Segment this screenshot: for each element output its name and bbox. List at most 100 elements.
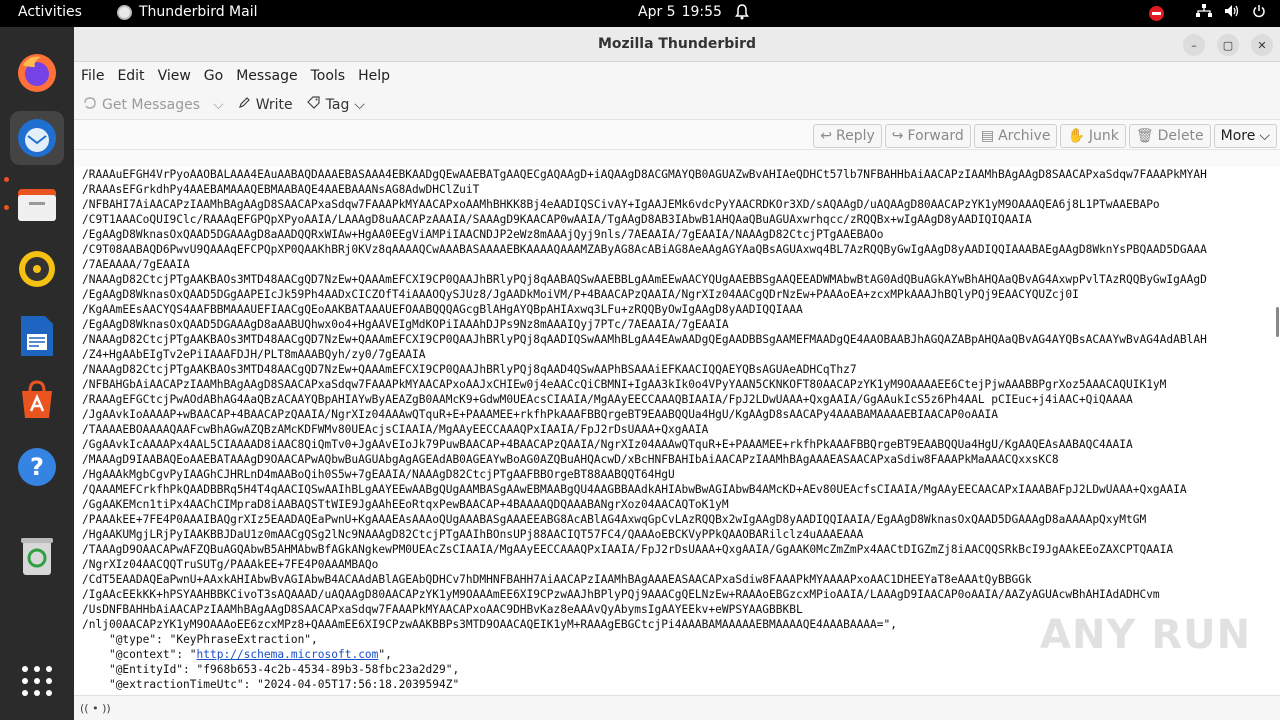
chevron-down-icon: ⌵ [354,96,365,113]
rhythmbox-icon[interactable] [10,242,64,296]
json-key: "@context" [108,648,177,661]
chevron-down-icon[interactable]: ⌵ [213,97,224,113]
files-icon[interactable] [10,177,64,231]
activities-button[interactable]: Activities [18,4,82,20]
menu-edit[interactable]: Edit [117,68,144,84]
body-line: /TAAAgD9OAACAPwAFZQBuAGQAbwB5AHMAbwBfAGk… [82,543,1174,556]
body-line: /nlj00AACAPzYK1yM9OAAAoEE6zcxMPz8+QAAAmE… [82,618,897,631]
clock-date: Apr 5 [638,4,676,20]
trash-icon[interactable] [10,529,64,583]
json-line: "@EntityId": "f968b653-4c2b-4534-89b3-58… [108,663,460,676]
power-icon [1252,4,1266,22]
body-line: /PAAAkEE+7FE4P0AAAIBAQgrXIz5EAADAQEaPwnU… [82,513,1147,526]
json-line: "@extractionTimeUtc": "2024-04-05T17:56:… [108,678,460,691]
dock: ? [0,27,74,720]
volume-icon [1224,4,1240,22]
schema-link[interactable]: http://schema.microsoft.com [197,648,379,661]
menu-view[interactable]: View [158,68,191,84]
trash-icon: 🗑 [1135,128,1154,144]
body-line: /IgAAcEEkKK+hPSYAAHBBKCivoT3sAQAAAD/uAQA… [82,588,1160,601]
thunderbird-icon[interactable] [10,111,64,165]
maximize-button[interactable]: ▢ [1217,34,1239,56]
junk-icon: ✋ [1067,128,1085,144]
message-scrollbar[interactable] [1274,167,1280,695]
pencil-icon [238,96,251,113]
svg-text:?: ? [30,453,44,481]
get-messages-button[interactable]: Get Messages ⌵ [83,96,224,114]
body-line: /RAAAuEFGH4VrPyoAAOBALAAA4EAuAABAQDAAAEB… [82,168,1207,181]
tag-label: Tag [325,96,350,113]
body-line: /GgAAvkIcAAAAPx4AAL5CIAAAAD8iAAC8QiQmTv0… [82,438,1133,451]
reply-button[interactable]: ↩ Reply [813,124,882,148]
system-tray[interactable] [1149,4,1266,22]
minimize-button[interactable]: – [1183,34,1205,56]
body-line: /HgAAKUMgjLRjPyIAAKBBJDaU1z0mAACgQSg2lNc… [82,528,864,541]
reply-icon: ↩ [820,128,832,144]
window-titlebar[interactable]: Mozilla Thunderbird – ▢ ✕ [74,27,1280,62]
junk-button[interactable]: ✋ Junk [1060,124,1126,148]
app-name: Thunderbird Mail [139,4,258,20]
write-label: Write [255,96,293,113]
json-value: "KeyPhraseExtraction", [169,633,318,646]
body-line: /MAAAgD9IAABAQEoAAEBATAAAgD9OAACAPwAQbwB… [82,453,1059,466]
message-header-toolbar: ↩ Reply ↪ Forward ▤ Archive ✋ Junk 🗑 Del… [74,120,1280,150]
show-apps-icon[interactable] [10,654,64,708]
recording-indicator-icon [1149,5,1164,21]
forward-icon: ↪ [891,128,904,144]
body-line: /GgAAKEMcn1tiPx4AAChCIMpraD8iAABAQSTtWIE… [82,498,729,511]
archive-label: Archive [998,128,1051,144]
body-line: /JgAAvkIoAAAAP+wBAACAP+4BAACAPzQAAIA/Ngr… [82,408,999,421]
delete-button[interactable]: 🗑 Delete [1128,124,1211,148]
notification-bell-icon[interactable] [735,4,749,24]
body-line: /UsDNFBAHHbAiAACAPzIAAMhBAgAAgD8SAACAPxa… [82,603,803,616]
tag-button[interactable]: Tag ⌵ [306,95,365,114]
menu-file[interactable]: File [81,68,104,84]
json-line: "@context": "http://schema.microsoft.com… [108,648,392,661]
clock-time: 19:55 [681,4,722,20]
archive-icon: ▤ [980,128,995,144]
anyrun-watermark: ANY RUN [1040,612,1252,658]
body-line: /C9T1AAACoQUI9Clc/RAAAqEFGPQpXPyoAAIA/LA… [82,213,1032,226]
get-messages-icon [83,96,97,114]
firefox-icon[interactable] [10,46,64,100]
more-button[interactable]: More ⌵ [1213,124,1277,148]
json-value: "2024-04-05T17:56:18.2039594Z" [257,678,460,691]
gnome-top-bar: Activities Thunderbird Mail Apr 5 19:55 [0,0,1280,27]
body-line: /NAAAgD82CtcjPTgAAKBAOs3MTD48AACgQD7NzEw… [82,273,1207,286]
body-line: /NFBAHI7AiAACAPzIAAMhBAgAAgD8SAACAPxaSdq… [82,198,1160,211]
online-status-icon[interactable]: (( • )) [80,702,111,715]
forward-button[interactable]: ↪ Forward [884,124,971,148]
get-messages-label: Get Messages [102,96,201,113]
menu-tools[interactable]: Tools [311,68,346,84]
body-line: /NgrXIz04AACQQTruSUTg/PAAAkEE+7FE4P0AAAM… [82,558,379,571]
running-indicator [4,205,9,210]
chevron-down-icon: ⌵ [1259,128,1270,144]
json-key: "@EntityId" [108,663,184,676]
json-key: "@extractionTimeUtc" [108,678,244,691]
app-menu[interactable]: Thunderbird Mail [117,4,258,20]
junk-label: Junk [1088,128,1119,144]
body-line: /KgAAmEEsAACYQS4AAFBBMAAAUEFIAACgQEoAAKB… [82,303,803,316]
body-line: /HgAAAkMgbCgvPyIAAGhCJHRLnD4mAABoQih0S5w… [82,468,675,481]
json-value: "f968b653-4c2b-4534-89b3-58fbc23a2d29", [196,663,460,676]
help-icon[interactable]: ? [10,440,64,494]
clock[interactable]: Apr 5 19:55 [638,4,722,20]
write-button[interactable]: Write [238,96,293,113]
archive-button[interactable]: ▤ Archive [973,124,1058,148]
close-button[interactable]: ✕ [1251,34,1273,56]
reply-label: Reply [836,128,875,144]
running-indicator [4,177,9,182]
body-line: /C9T08AABAQD6PwvU9QAAAqEFCPQpXP0QAAKhBRj… [82,243,1207,256]
scrollbar-thumb[interactable] [1276,307,1279,337]
body-line: /EgAAgD8WknasOxQAAD5DGAAAgD8aAABUQhwx0o4… [82,318,729,331]
menu-go[interactable]: Go [204,68,223,84]
json-suffix: ", [378,648,392,661]
menu-help[interactable]: Help [358,68,390,84]
app-center-icon[interactable] [10,373,64,427]
body-line: /NFBAHGbAiAACAPzIAAMhBAgAAgD8SAACAPxaSdq… [82,378,1167,391]
menu-message[interactable]: Message [236,68,297,84]
menu-bar: File Edit View Go Message Tools Help [74,62,1280,90]
libreoffice-writer-icon[interactable] [10,309,64,363]
window-title: Mozilla Thunderbird [597,36,757,52]
thunderbird-app-icon [117,4,132,20]
